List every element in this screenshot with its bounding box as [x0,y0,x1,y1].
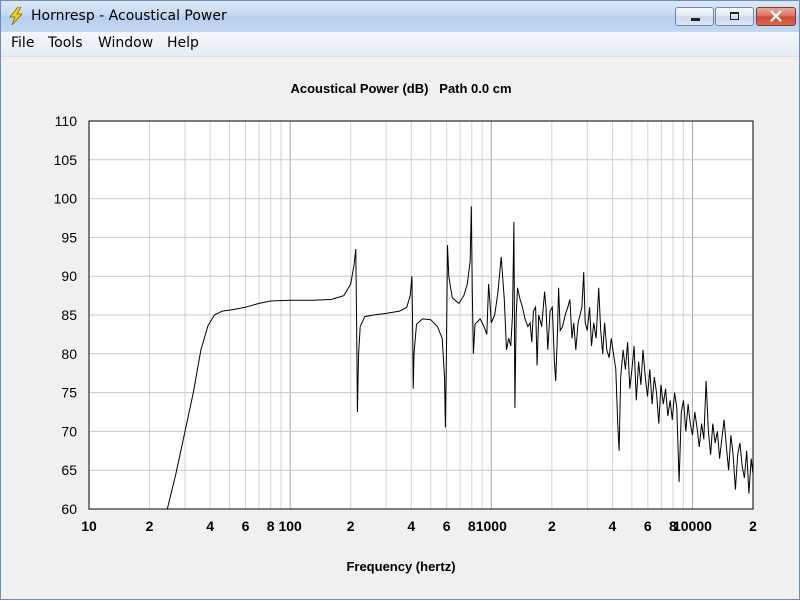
app-window: Hornresp - Acoustical Power File Tools W… [0,0,800,600]
x-tick-label: 4 [407,518,415,534]
menu-window[interactable]: Window [98,35,153,51]
y-tick-label: 95 [61,229,77,245]
menu-bar: File Tools Window Help [1,32,799,57]
minimize-button[interactable] [675,7,714,26]
close-button[interactable] [756,7,796,26]
x-tick-label: 2 [146,518,154,534]
x-tick-label: 10000 [673,518,712,534]
maximize-icon [730,12,739,20]
x-tick-label: 2 [548,518,556,534]
x-tick-label: 2 [749,518,757,534]
y-tick-label: 85 [61,307,77,323]
x-axis-label: Frequency (hertz) [346,559,455,574]
close-icon [770,10,782,22]
x-tick-label: 4 [609,518,617,534]
y-tick-label: 65 [61,462,77,478]
menu-file[interactable]: File [11,35,34,51]
chart-title: Acoustical Power (dB) Path 0.0 cm [290,81,511,96]
x-tick-label: 10 [81,518,97,534]
y-tick-label: 75 [61,385,77,401]
x-tick-label: 6 [242,518,250,534]
title-bar[interactable]: Hornresp - Acoustical Power [1,1,799,32]
x-tick-label: 8 [468,518,476,534]
y-tick-label: 80 [61,346,77,362]
y-tick-label: 110 [55,113,78,129]
maximize-button[interactable] [715,7,754,26]
x-tick-label: 6 [644,518,652,534]
x-tick-labels: 10 2 4 6 8 100 2 4 6 8 1000 2 4 6 810000 2 [81,518,757,534]
window-title: Hornresp - Acoustical Power [31,8,227,24]
x-tick-label: 100 [278,518,302,534]
x-tick-label: 2 [347,518,355,534]
menu-help[interactable]: Help [167,35,199,51]
acoustical-power-chart: Acoustical Power (dB) Path 0.0 cm 110 105… [54,81,757,574]
y-tick-label: 100 [54,191,78,207]
x-tick-label: 4 [206,518,214,534]
menu-tools[interactable]: Tools [48,35,83,51]
x-tick-label: 6 [443,518,451,534]
lightning-bolt-icon [9,7,23,25]
minimize-icon [691,18,700,21]
y-tick-label: 60 [61,501,77,517]
x-tick-label: 8 [267,518,275,534]
y-tick-label: 70 [61,423,77,439]
y-tick-label: 90 [61,268,77,284]
x-tick-label: 1000 [476,518,507,534]
y-tick-labels: 110 105 100 95 90 85 80 75 70 65 60 [54,113,78,517]
y-tick-label: 105 [54,152,78,168]
chart-area: Acoustical Power (dB) Path 0.0 cm 110 105… [4,57,797,597]
